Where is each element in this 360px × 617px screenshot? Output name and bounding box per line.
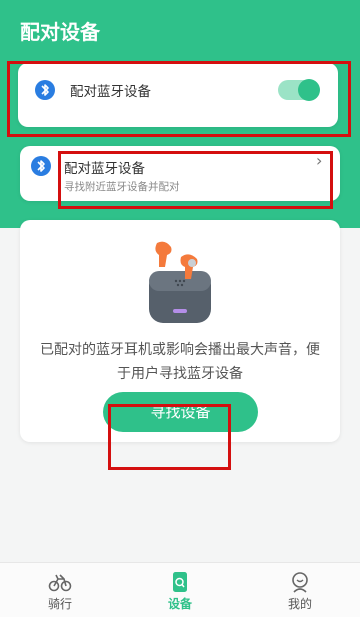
highlight-box-toggle bbox=[7, 61, 351, 137]
tab-device[interactable]: 设备 bbox=[120, 563, 240, 617]
page-title: 配对设备 bbox=[20, 20, 100, 44]
tab-device-label: 设备 bbox=[167, 597, 192, 611]
find-device-description: 已配对的蓝牙耳机或影响会播出最大声音，便于用户寻找蓝牙设备 bbox=[40, 342, 320, 382]
highlight-box-pair-row bbox=[58, 151, 333, 209]
tab-ride[interactable]: 骑行 bbox=[0, 563, 120, 617]
highlight-box-find-button bbox=[108, 404, 231, 470]
profile-icon bbox=[292, 572, 308, 593]
bottom-tab-bar: 骑行 设备 我的 bbox=[0, 562, 360, 617]
bluetooth-icon bbox=[31, 156, 51, 176]
device-search-icon bbox=[173, 572, 187, 592]
earbuds-case-icon bbox=[149, 241, 211, 323]
tab-ride-label: 骑行 bbox=[47, 597, 72, 611]
tab-profile-label: 我的 bbox=[287, 597, 312, 611]
tab-profile[interactable]: 我的 bbox=[240, 563, 360, 617]
bike-icon bbox=[48, 574, 72, 592]
